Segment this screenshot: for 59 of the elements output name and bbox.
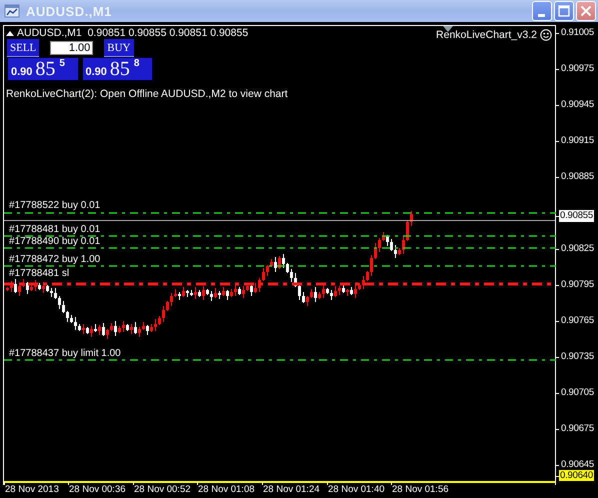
time-label: 28 Nov 2013 — [5, 484, 59, 495]
chart-shift-icon[interactable] — [443, 26, 453, 32]
axis-tick — [68, 482, 69, 485]
order-line[interactable] — [4, 211, 556, 215]
window-title: AUDUSD.,M1 — [26, 4, 112, 18]
price-label: 0.90705 — [561, 387, 594, 399]
time-label: 28 Nov 00:36 — [69, 484, 126, 495]
smiley-icon — [540, 29, 552, 41]
indicator-comment: RenkoLiveChart(2): Open Offline AUDUSD.,M2 to view chart — [6, 88, 288, 100]
time-label: 28 Nov 01:24 — [263, 484, 320, 495]
order-label: #17788490 buy 0.01 — [9, 236, 100, 247]
axis-tick — [262, 482, 263, 485]
axis-tick — [197, 482, 198, 485]
order-label: #17788481 sl — [9, 268, 70, 279]
order-line[interactable] — [4, 358, 556, 362]
price-pips: 85 — [110, 58, 130, 80]
price-marker: 0.90640 — [559, 470, 594, 481]
price-label: 0.90915 — [561, 135, 594, 147]
axis-tick — [327, 482, 328, 485]
time-label: 28 Nov 01:40 — [328, 484, 385, 495]
symbol-quote-text: AUDUSD.,M1 0.90851 0.90855 0.90851 0.90855 — [17, 27, 248, 39]
lot-size-field[interactable]: 1.00 — [50, 41, 94, 55]
chart-window-icon — [4, 3, 20, 19]
order-line[interactable] — [4, 264, 556, 268]
time-label: 28 Nov 01:56 — [392, 484, 449, 495]
order-label: #17788437 buy limit 1.00 — [9, 348, 121, 359]
price-fraction: 5 — [59, 58, 65, 69]
price-label: 0.90675 — [561, 423, 594, 435]
minimize-icon — [538, 14, 545, 17]
sell-button[interactable]: SELL — [7, 39, 40, 57]
close-button[interactable] — [576, 1, 596, 21]
price-marker: 0.90855 — [559, 210, 594, 222]
order-line[interactable] — [4, 246, 556, 250]
buy-button[interactable]: BUY — [104, 39, 134, 57]
price-label: 0.90825 — [561, 243, 594, 255]
axis-tick — [133, 482, 134, 485]
axis-tick — [391, 482, 392, 485]
order-label: #17788472 buy 1.00 — [9, 254, 100, 265]
price-fraction: 8 — [134, 58, 140, 69]
indicator-name: RenkoLiveChart_v3.2 — [436, 29, 537, 41]
price-label: 0.90645 — [561, 459, 594, 471]
price-label: 0.90795 — [561, 279, 594, 291]
order-label: #17788481 buy 0.01 — [9, 224, 100, 235]
price-label: 0.90885 — [561, 171, 594, 183]
order-label: #17788522 buy 0.01 — [9, 200, 100, 211]
price-prefix: 0.90 — [86, 66, 107, 80]
order-line[interactable] — [4, 234, 556, 238]
price-label: 0.90735 — [561, 351, 594, 363]
minimize-button[interactable] — [532, 1, 552, 21]
time-label: 28 Nov 00:52 — [134, 484, 191, 495]
price-label: 0.90765 — [561, 315, 594, 327]
time-label: 28 Nov 01:08 — [198, 484, 255, 495]
price-label: 0.90945 — [561, 99, 594, 111]
price-label: 0.90975 — [561, 63, 594, 75]
price-prefix: 0.90 — [11, 66, 32, 80]
price-pips: 85 — [35, 58, 56, 80]
maximize-button[interactable] — [554, 1, 574, 21]
price-label: 0.91005 — [561, 27, 594, 39]
triangle-icon — [6, 30, 14, 36]
